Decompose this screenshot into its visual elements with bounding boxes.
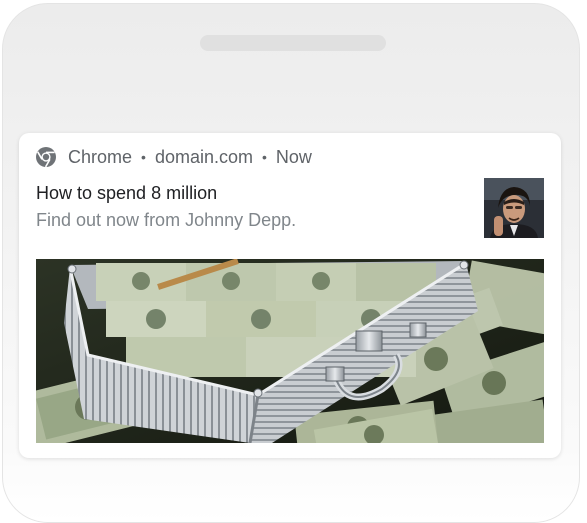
notification-title: How to spend 8 million — [36, 183, 218, 203]
notification-card[interactable]: Chrome • domain.com • Now How to spend 8… — [19, 133, 561, 458]
notification-time: Now — [275, 146, 312, 167]
separator-dot: • — [261, 149, 267, 165]
sender-avatar — [484, 178, 544, 238]
notification-hero-image — [36, 259, 544, 443]
notification-header: Chrome • domain.com • Now — [35, 146, 312, 168]
source-domain: domain.com — [154, 146, 253, 167]
notification-body: Find out now from Johnny Depp. — [36, 210, 297, 230]
separator-dot: • — [141, 149, 146, 165]
app-name: Chrome — [68, 146, 133, 167]
chrome-icon — [35, 146, 57, 168]
phone-notch — [200, 35, 386, 51]
